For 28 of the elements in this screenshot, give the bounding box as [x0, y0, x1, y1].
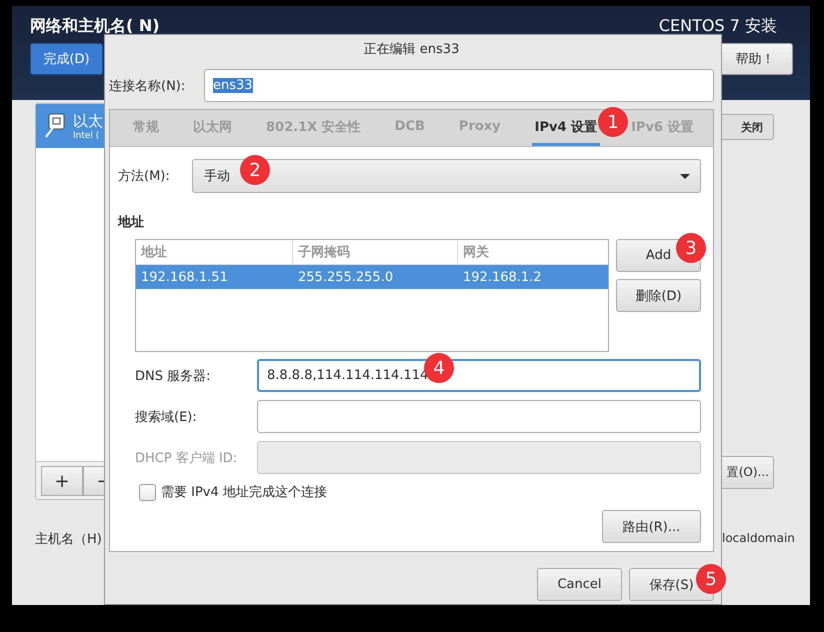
- dialog-title: 正在编辑 ens33: [362, 40, 460, 58]
- field-label: DNS 服务器:: [135, 368, 212, 384]
- cancel-button[interactable]: Cancel: [537, 568, 622, 601]
- table-cell-text: 192.168.1.51: [140, 270, 229, 284]
- screen-title: 网络和主机名( N): [30, 16, 160, 37]
- done-button[interactable]: 完成(D): [30, 43, 103, 75]
- table-cell-text: 255.255.255.0: [297, 270, 394, 284]
- field-label: 方法(M):: [118, 168, 171, 185]
- routes-button[interactable]: 路由(R)...: [602, 510, 701, 543]
- device-detail: Intel (: [73, 130, 100, 140]
- device-name: 以太: [73, 112, 103, 130]
- hostname-value: localdomain: [722, 531, 795, 545]
- table-cell-text: 192.168.1.2: [462, 270, 543, 284]
- field-label: DHCP 客户端 ID:: [135, 450, 238, 466]
- checkbox[interactable]: [139, 484, 156, 500]
- field-label: 搜索域(E):: [135, 408, 198, 426]
- connection-name-field[interactable]: ens33: [204, 69, 714, 102]
- hostname-label: 主机名（H): [35, 531, 103, 548]
- caret-icon: [680, 174, 690, 178]
- field-label: 连接名称(N):: [109, 78, 186, 94]
- delete-button[interactable]: 删除(D): [616, 279, 701, 312]
- switch-label: 关闭: [741, 120, 763, 134]
- input-field[interactable]: [257, 400, 701, 433]
- section-heading: 地址: [118, 214, 145, 231]
- product-title: CENTOS 7 安装: [658, 16, 777, 37]
- toggle-switch[interactable]: 关闭: [719, 114, 774, 140]
- add-device-button[interactable]: +: [41, 466, 83, 496]
- checkbox-label: 需要 IPv4 地址完成这个连接: [161, 484, 327, 501]
